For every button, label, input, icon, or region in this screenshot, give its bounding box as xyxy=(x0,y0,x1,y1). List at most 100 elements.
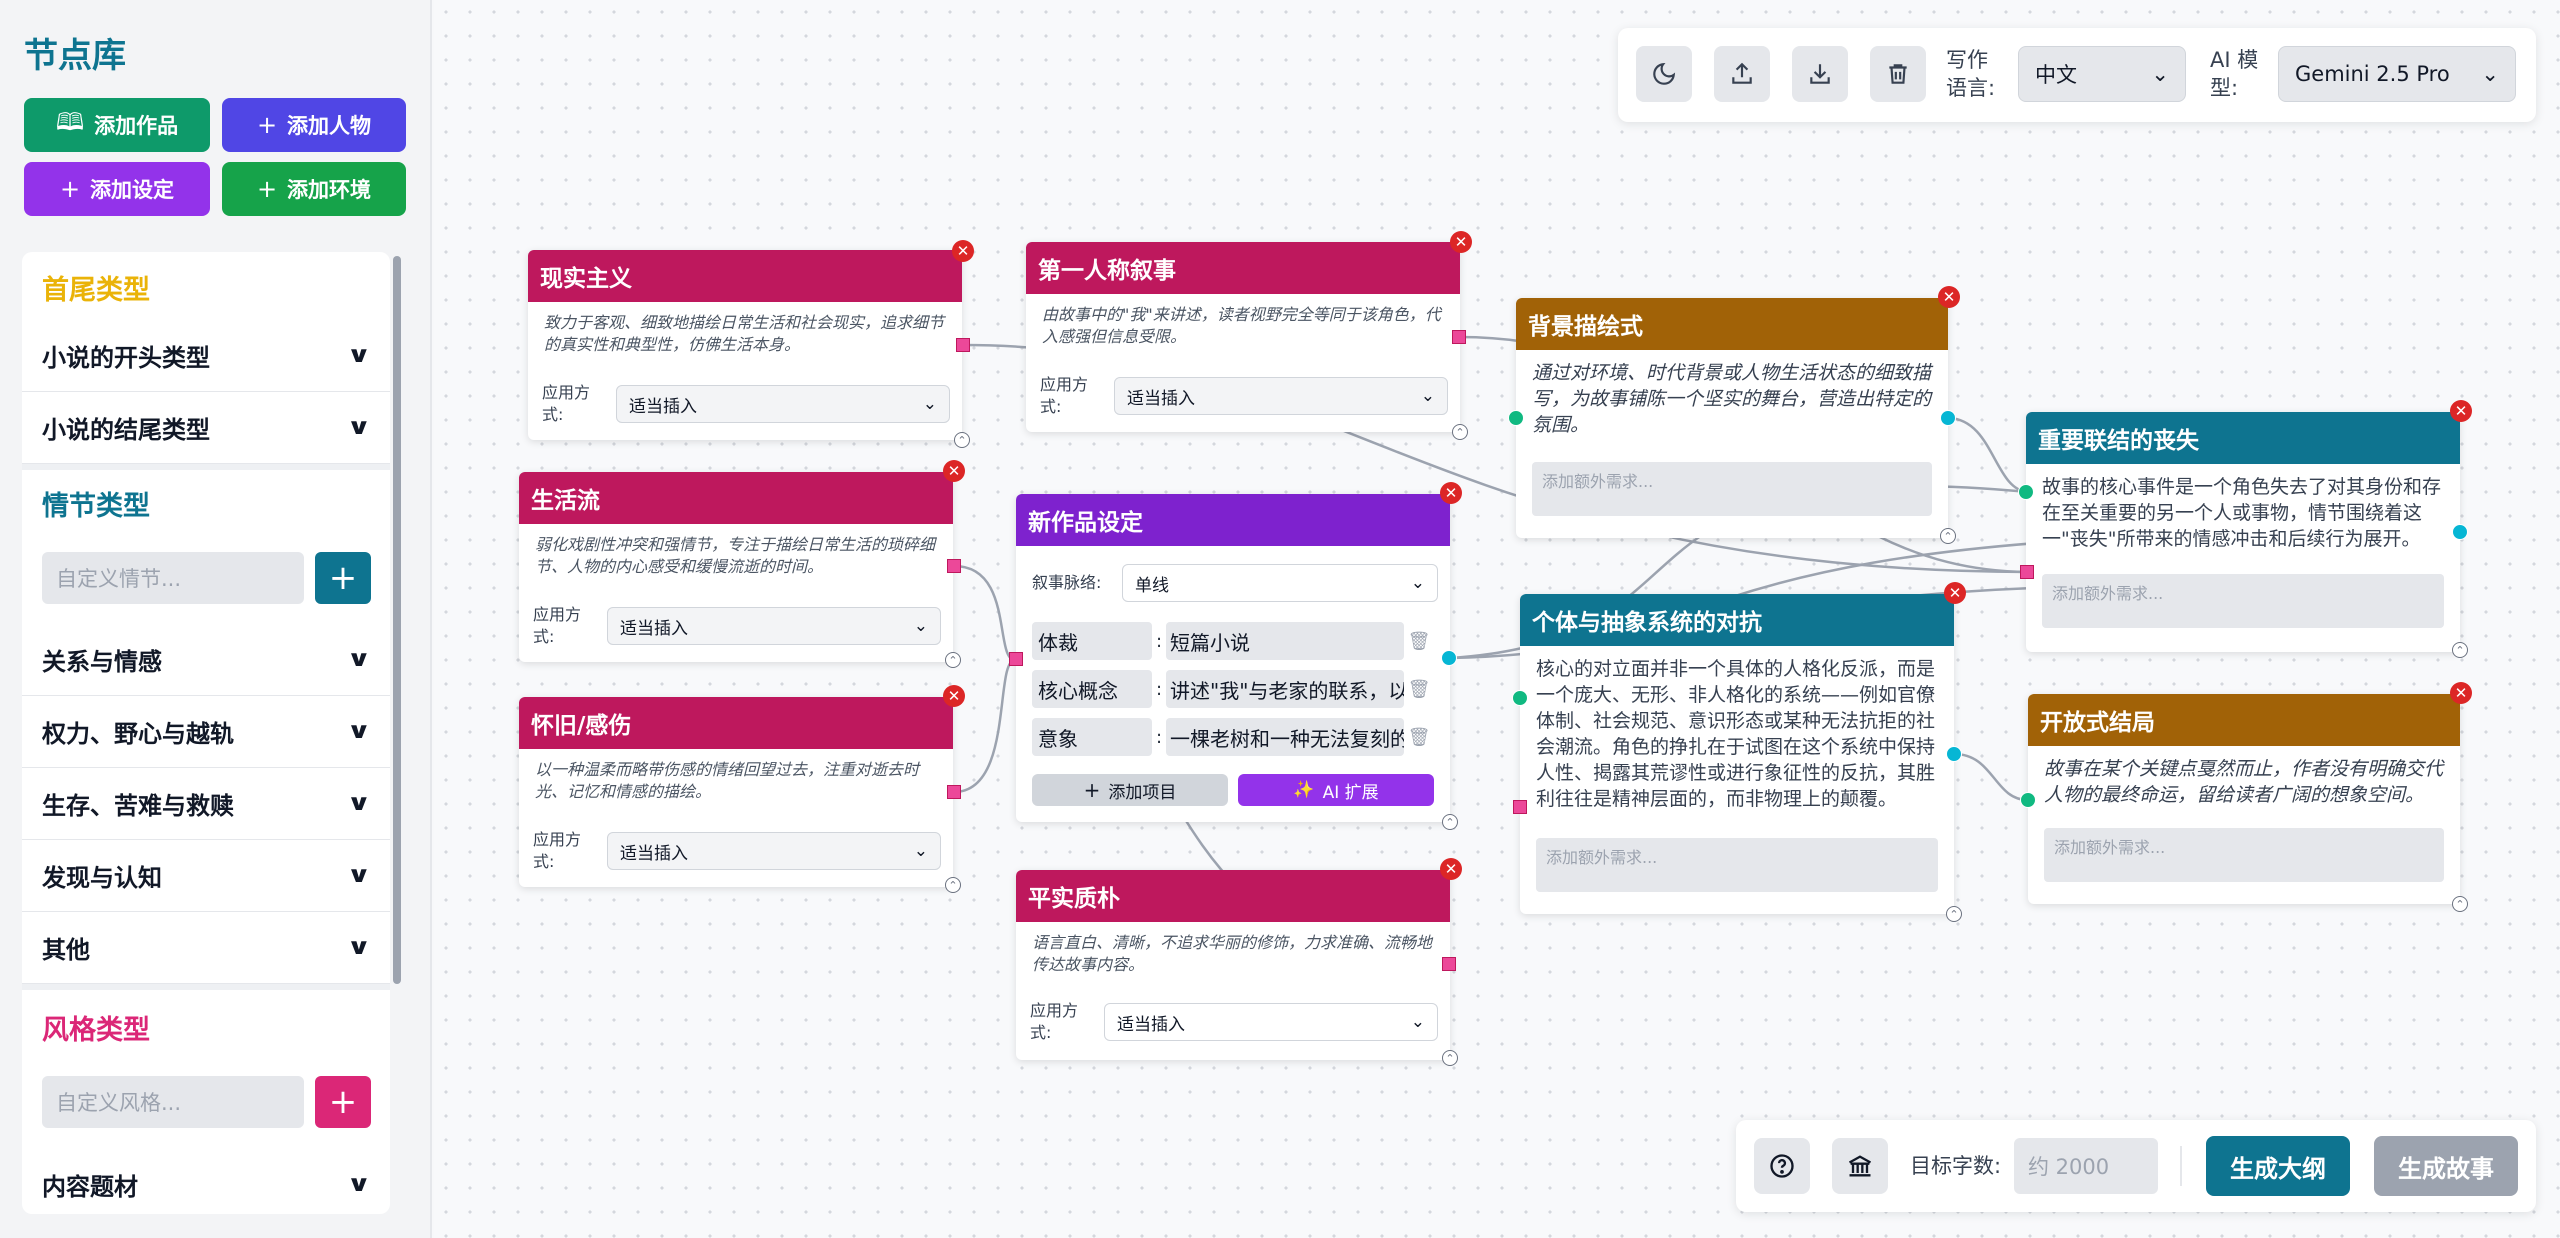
add-character-button[interactable]: + 添加人物 xyxy=(222,98,406,152)
input-port[interactable] xyxy=(1442,957,1456,971)
output-port[interactable] xyxy=(1441,650,1457,666)
ai-model-select[interactable]: Gemini 2.5 Pro ⌄ xyxy=(2278,46,2516,102)
node-header[interactable]: 怀旧/感伤 xyxy=(519,697,953,749)
close-icon[interactable]: ✕ xyxy=(2450,400,2472,422)
add-setting-button[interactable]: + 添加设定 xyxy=(24,162,210,216)
node-loss-of-connection[interactable]: 重要联结的丧失 故事的核心事件是一个角色失去了对其身份和存在至关重要的另一个人或… xyxy=(2026,412,2460,652)
output-port[interactable] xyxy=(2452,524,2468,540)
help-button[interactable] xyxy=(1754,1138,1810,1194)
collapse-icon[interactable]: ⌃ xyxy=(1946,906,1962,922)
node-first-person[interactable]: 第一人称叙事 由故事中的"我"来讲述，读者视野完全等同于该角色，代入感强但信息受… xyxy=(1026,242,1460,432)
input-port[interactable] xyxy=(2018,484,2034,500)
ai-expand-button[interactable]: ✨ AI 扩展 xyxy=(1238,774,1434,806)
close-icon[interactable]: ✕ xyxy=(943,460,965,482)
close-icon[interactable]: ✕ xyxy=(1440,482,1462,504)
node-header[interactable]: 第一人称叙事 xyxy=(1026,242,1460,294)
dark-mode-button[interactable] xyxy=(1636,46,1692,102)
custom-style-input[interactable]: 自定义风格... xyxy=(42,1076,304,1128)
export-button[interactable] xyxy=(1714,46,1770,102)
apply-select[interactable]: 适当插入 ⌄ xyxy=(607,607,941,645)
clear-button[interactable] xyxy=(1870,46,1926,102)
apply-select[interactable]: 适当插入 ⌄ xyxy=(1114,377,1448,415)
category-other[interactable]: 其他 ∨ xyxy=(22,912,390,984)
collapse-icon[interactable]: ⌃ xyxy=(1442,814,1458,830)
extra-requirement-input[interactable]: 添加额外需求... xyxy=(1532,462,1932,516)
collapse-icon[interactable]: ⌃ xyxy=(1940,528,1956,544)
input-port[interactable] xyxy=(1009,652,1023,666)
apply-select[interactable]: 适当插入 ⌄ xyxy=(616,385,950,423)
input-port[interactable] xyxy=(1508,410,1524,426)
input-port[interactable] xyxy=(2020,792,2036,808)
add-work-button[interactable]: 🕮 添加作品 xyxy=(24,98,210,152)
output-port[interactable] xyxy=(947,559,961,573)
field-value[interactable]: 讲述"我"与老家的联系，以 xyxy=(1166,670,1404,708)
target-words-input[interactable]: 约 2000 xyxy=(2014,1138,2158,1194)
add-custom-plot-button[interactable]: + xyxy=(315,552,371,604)
collapse-icon[interactable]: ⌃ xyxy=(945,877,961,893)
field-value[interactable]: 短篇小说 xyxy=(1166,622,1404,660)
add-item-button[interactable]: + 添加项目 xyxy=(1032,774,1228,806)
collapse-icon[interactable]: ⌃ xyxy=(1452,424,1468,440)
apply-select[interactable]: 适当插入 ⌄ xyxy=(1104,1003,1438,1041)
collapse-icon[interactable]: ⌃ xyxy=(2452,642,2468,658)
extra-requirement-input[interactable]: 添加额外需求... xyxy=(2042,574,2444,628)
close-icon[interactable]: ✕ xyxy=(1450,231,1472,253)
extra-requirement-input[interactable]: 添加额外需求... xyxy=(1536,838,1938,892)
close-icon[interactable]: ✕ xyxy=(1944,582,1966,604)
trash-icon[interactable]: 🗑 xyxy=(1404,631,1434,652)
category-discovery[interactable]: 发现与认知 ∨ xyxy=(22,840,390,912)
trash-icon[interactable]: 🗑 xyxy=(1404,727,1434,748)
node-open-ending[interactable]: 开放式结局 故事在某个关键点戛然而止，作者没有明确交代人物的最终命运，留给读者广… xyxy=(2028,694,2460,904)
node-header[interactable]: 平实质朴 xyxy=(1016,870,1450,922)
category-ending-types[interactable]: 小说的结尾类型 ∨ xyxy=(22,392,390,464)
close-icon[interactable]: ✕ xyxy=(1938,286,1960,308)
collapse-icon[interactable]: ⌃ xyxy=(1442,1050,1458,1066)
node-header[interactable]: 现实主义 xyxy=(528,250,962,302)
add-environment-button[interactable]: + 添加环境 xyxy=(222,162,406,216)
node-realism[interactable]: 现实主义 致力于客观、细致地描绘日常生活和社会现实，追求细节的真实性和典型性，仿… xyxy=(528,250,962,440)
node-life-stream[interactable]: 生活流 弱化戏剧性冲突和强情节，专注于描绘日常生活的琐碎细节、人物的内心感受和缓… xyxy=(519,472,953,662)
category-content-theme[interactable]: 内容题材 ∨ xyxy=(22,1148,390,1214)
output-port[interactable] xyxy=(1946,746,1962,762)
node-header[interactable]: 新作品设定 xyxy=(1016,494,1450,546)
node-header[interactable]: 个体与抽象系统的对抗 xyxy=(1520,594,1954,646)
add-custom-style-button[interactable]: + xyxy=(315,1076,371,1128)
node-header[interactable]: 开放式结局 xyxy=(2028,694,2460,746)
writing-language-select[interactable]: 中文 ⌄ xyxy=(2018,46,2186,102)
output-port[interactable] xyxy=(1940,410,1956,426)
node-canvas[interactable]: 现实主义 致力于客观、细致地描绘日常生活和社会现实，追求细节的真实性和典型性，仿… xyxy=(434,0,2560,1238)
category-survival[interactable]: 生存、苦难与救赎 ∨ xyxy=(22,768,390,840)
custom-plot-input[interactable]: 自定义情节... xyxy=(42,552,304,604)
close-icon[interactable]: ✕ xyxy=(952,240,974,262)
collapse-icon[interactable]: ⌃ xyxy=(2452,896,2468,912)
category-opening-types[interactable]: 小说的开头类型 ∨ xyxy=(22,320,390,392)
collapse-icon[interactable]: ⌃ xyxy=(954,432,970,448)
node-plain-style[interactable]: 平实质朴 语言直白、清晰，不追求华丽的修饰，力求准确、流畅地传达故事内容。 应用… xyxy=(1016,870,1450,1060)
narrative-select[interactable]: 单线 ⌄ xyxy=(1122,564,1438,602)
node-nostalgia[interactable]: 怀旧/感伤 以一种温柔而略带伤感的情绪回望过去，注重对逝去时光、记忆和情感的描绘… xyxy=(519,697,953,887)
node-header[interactable]: 生活流 xyxy=(519,472,953,524)
generate-outline-button[interactable]: 生成大纲 xyxy=(2206,1136,2350,1196)
extra-requirement-input[interactable]: 添加额外需求... xyxy=(2044,828,2444,882)
import-button[interactable] xyxy=(1792,46,1848,102)
node-background-depiction[interactable]: 背景描绘式 通过对环境、时代背景或人物生活状态的细致描写，为故事铺陈一个坚实的舞… xyxy=(1516,298,1948,538)
field-key[interactable]: 意象 xyxy=(1032,718,1152,756)
close-icon[interactable]: ✕ xyxy=(2450,682,2472,704)
trash-icon[interactable]: 🗑 xyxy=(1404,679,1434,700)
category-power[interactable]: 权力、野心与越轨 ∨ xyxy=(22,696,390,768)
output-port[interactable] xyxy=(956,338,970,352)
apply-select[interactable]: 适当插入 ⌄ xyxy=(607,832,941,870)
input-port[interactable] xyxy=(1512,690,1528,706)
node-new-work-settings[interactable]: 新作品设定 叙事脉络: 单线 ⌄ 体裁 : 短篇小说 🗑 核心概念 : 讲述"我"… xyxy=(1016,494,1450,822)
generate-story-button[interactable]: 生成故事 xyxy=(2374,1136,2518,1196)
close-icon[interactable]: ✕ xyxy=(943,685,965,707)
node-header[interactable]: 重要联结的丧失 xyxy=(2026,412,2460,464)
output-port[interactable] xyxy=(1452,330,1466,344)
output-port[interactable] xyxy=(947,785,961,799)
category-relationship[interactable]: 关系与情感 ∨ xyxy=(22,624,390,696)
sidebar-scrollbar[interactable] xyxy=(393,256,401,984)
node-header[interactable]: 背景描绘式 xyxy=(1516,298,1948,350)
collapse-icon[interactable]: ⌃ xyxy=(945,652,961,668)
field-key[interactable]: 核心概念 xyxy=(1032,670,1152,708)
input-port-square[interactable] xyxy=(2020,565,2034,579)
